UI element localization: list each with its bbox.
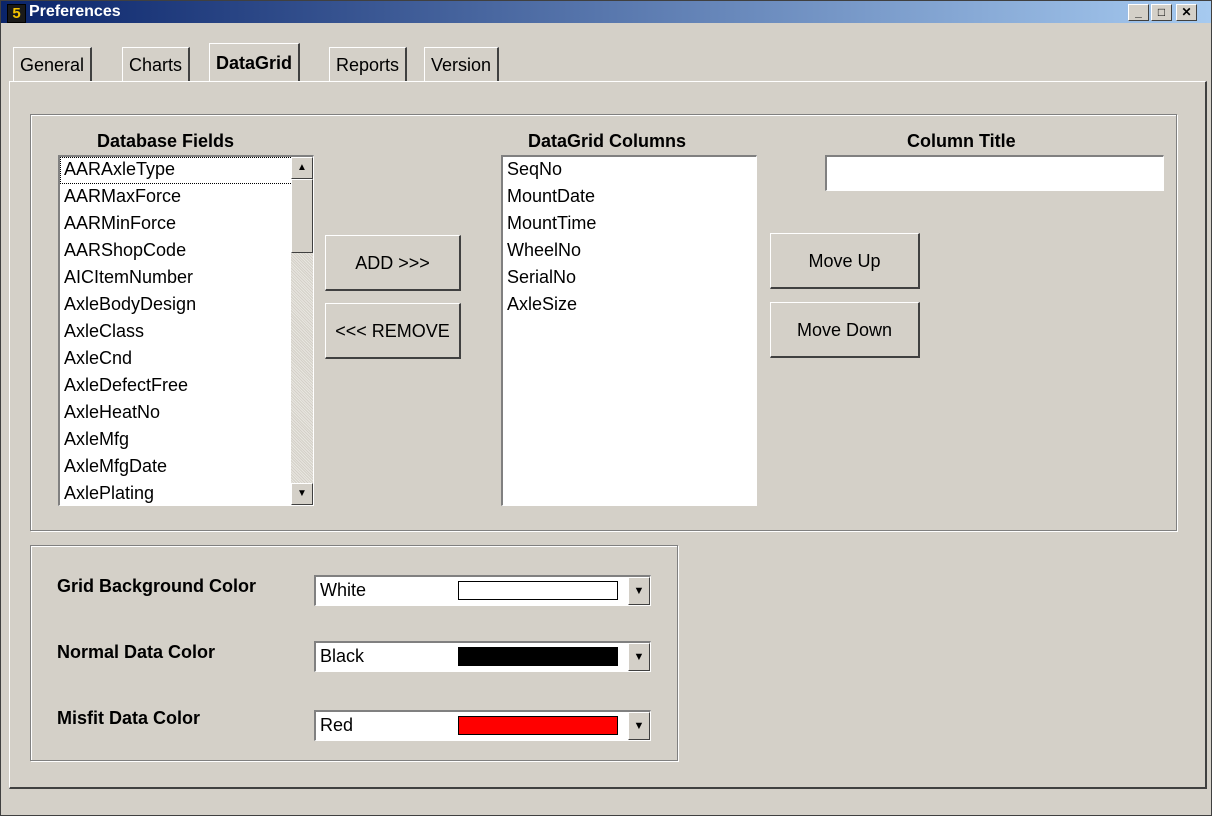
maximize-button[interactable]: □ xyxy=(1151,4,1172,21)
normal-data-color-swatch xyxy=(458,647,618,666)
normal-data-color-value: Black xyxy=(320,646,365,666)
list-item[interactable]: AxleHeatNo xyxy=(60,400,313,427)
list-item[interactable]: AxleCnd xyxy=(60,346,313,373)
grid-background-color-label: Grid Background Color xyxy=(57,576,257,596)
misfit-data-color-dropdown[interactable]: Red ▼ xyxy=(314,710,651,741)
misfit-data-color-value: Red xyxy=(320,715,354,735)
list-item[interactable]: AARMinForce xyxy=(60,211,313,238)
database-fields-list[interactable]: AARAxleType AARMaxForce AARMinForce AARS… xyxy=(58,155,314,506)
grid-background-color-swatch xyxy=(458,581,618,600)
datagrid-columns-list[interactable]: SeqNo MountDate MountTime WheelNo Serial… xyxy=(501,155,757,506)
app-icon: 5 xyxy=(7,4,26,23)
remove-button[interactable]: <<< REMOVE xyxy=(325,303,461,359)
normal-data-color-dropdown[interactable]: Black ▼ xyxy=(314,641,651,672)
list-item[interactable]: AxleClass xyxy=(60,319,313,346)
move-up-button[interactable]: Move Up xyxy=(770,233,920,289)
tab-reports[interactable]: Reports xyxy=(329,47,408,81)
scroll-up-icon[interactable]: ▲ xyxy=(291,157,313,179)
scroll-thumb[interactable] xyxy=(291,179,313,253)
close-button[interactable]: ✕ xyxy=(1176,4,1197,21)
minimize-button[interactable]: _ xyxy=(1128,4,1149,21)
move-down-button[interactable]: Move Down xyxy=(770,302,920,358)
datagrid-columns-label: DataGrid Columns xyxy=(528,131,687,151)
list-item[interactable]: AICItemNumber xyxy=(60,265,313,292)
list-item[interactable]: AxleBodyDesign xyxy=(60,292,313,319)
window-title: Preferences xyxy=(29,3,121,20)
tab-version[interactable]: Version xyxy=(424,47,500,81)
list-item[interactable]: AxleMfgDate xyxy=(60,454,313,481)
grid-background-color-dropdown[interactable]: White ▼ xyxy=(314,575,651,606)
list-item[interactable]: SeqNo xyxy=(503,157,756,184)
list-item[interactable]: AARMaxForce xyxy=(60,184,313,211)
database-fields-label: Database Fields xyxy=(97,131,235,151)
scroll-down-icon[interactable]: ▼ xyxy=(291,483,313,505)
list-item[interactable]: AxleDefectFree xyxy=(60,373,313,400)
list-item[interactable]: SerialNo xyxy=(503,265,756,292)
list-item[interactable]: AxlePlating xyxy=(60,481,313,505)
database-fields-scrollbar[interactable]: ▲ ▼ xyxy=(291,157,313,505)
column-title-input[interactable] xyxy=(825,155,1164,191)
list-item[interactable]: AxleMfg xyxy=(60,427,313,454)
misfit-data-color-swatch xyxy=(458,716,618,735)
list-item[interactable]: MountDate xyxy=(503,184,756,211)
tab-datagrid[interactable]: DataGrid xyxy=(209,43,301,81)
tab-general[interactable]: General xyxy=(13,47,93,81)
list-item[interactable]: MountTime xyxy=(503,211,756,238)
list-item[interactable]: WheelNo xyxy=(503,238,756,265)
grid-background-color-value: White xyxy=(320,580,367,600)
list-item[interactable]: AARAxleType xyxy=(60,157,313,184)
column-title-label: Column Title xyxy=(907,131,1016,151)
misfit-data-color-label: Misfit Data Color xyxy=(57,708,201,728)
list-item[interactable]: AxleSize xyxy=(503,292,756,319)
normal-data-color-label: Normal Data Color xyxy=(57,642,216,662)
dropdown-arrow-icon[interactable]: ▼ xyxy=(628,577,650,605)
dropdown-arrow-icon[interactable]: ▼ xyxy=(628,643,650,671)
list-item[interactable]: AARShopCode xyxy=(60,238,313,265)
dropdown-arrow-icon[interactable]: ▼ xyxy=(628,712,650,740)
preferences-window: 5 Preferences _ □ ✕ General Charts DataG… xyxy=(0,0,1212,816)
add-button[interactable]: ADD >>> xyxy=(325,235,461,291)
tab-charts[interactable]: Charts xyxy=(122,47,191,81)
title-bar[interactable]: 5 Preferences _ □ ✕ xyxy=(1,1,1211,23)
